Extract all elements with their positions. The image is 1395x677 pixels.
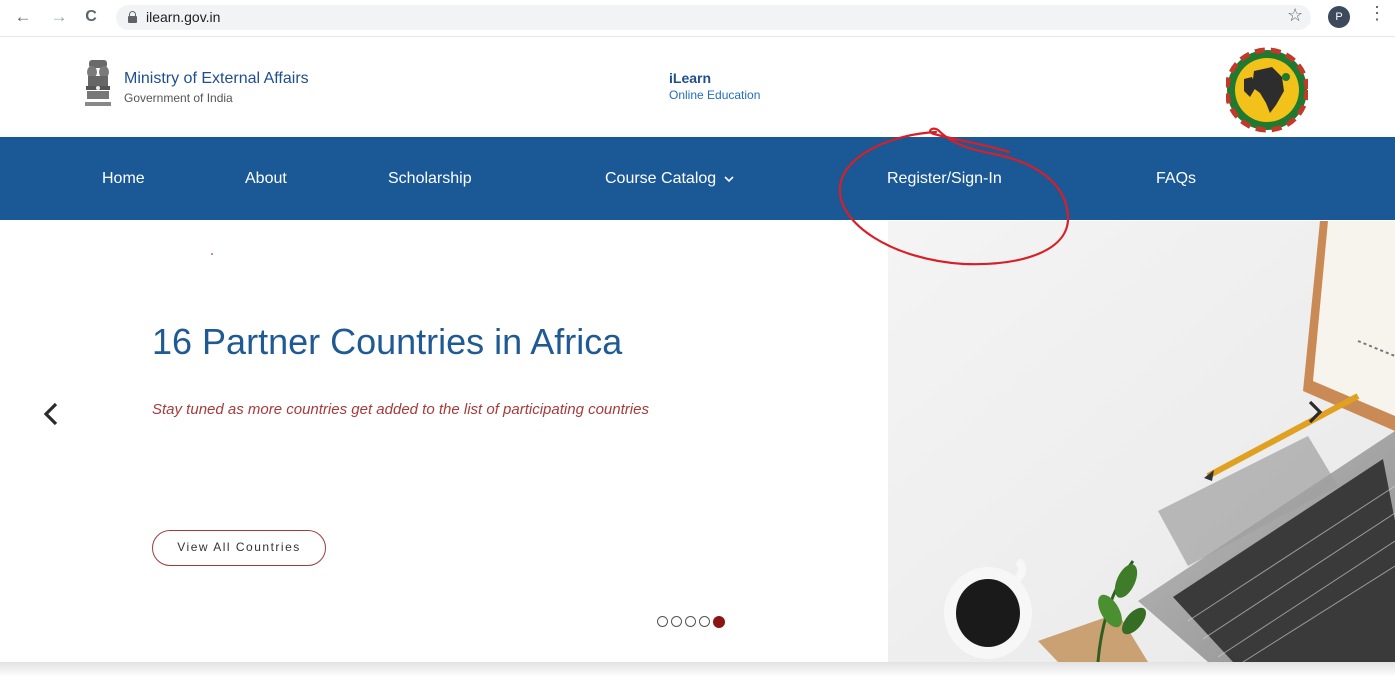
hero-carousel: 16 Partner Countries in Africa Stay tune… [0,221,1395,662]
carousel-indicator[interactable] [657,616,668,628]
national-emblem-icon [85,60,111,106]
hero-desk-image [888,221,1395,662]
nav-course-catalog-label: Course Catalog [605,170,717,187]
hero-subtitle: Stay tuned as more countries get added t… [152,401,649,418]
carousel-indicators [657,613,728,628]
hero-title: 16 Partner Countries in Africa [152,321,623,362]
india-africa-forum-logo[interactable] [1226,47,1308,133]
address-url[interactable]: ilearn.gov.in [146,9,220,25]
nav-home[interactable]: Home [102,170,145,188]
browser-toolbar: ← → C ilearn.gov.in ☆ P ⋮ [0,0,1395,37]
nav-faqs[interactable]: FAQs [1156,170,1196,188]
view-all-countries-button[interactable]: View All Countries [152,530,326,566]
bookmark-star-icon[interactable]: ☆ [1287,5,1303,26]
ministry-name[interactable]: Ministry of External Affairs [124,70,309,88]
nav-course-catalog[interactable]: Course Catalog [605,170,734,188]
site-name[interactable]: iLearn [669,70,711,86]
back-arrow-icon[interactable]: ← [12,6,34,28]
main-navigation: Home About Scholarship Course Catalog Re… [0,137,1395,220]
forward-arrow-icon[interactable]: → [48,6,70,28]
carousel-indicator[interactable] [685,616,696,628]
site-tagline: Online Education [669,88,761,102]
chevron-down-icon [724,176,734,182]
reload-icon[interactable]: C [80,6,102,28]
carousel-indicator[interactable] [671,616,682,628]
lock-icon [128,11,137,23]
carousel-indicator-active[interactable] [713,615,725,628]
decorative-dot [211,253,213,255]
nav-about[interactable]: About [245,170,287,188]
chevron-right-icon[interactable] [1302,394,1328,430]
site-header: Ministry of External Affairs Government … [0,37,1395,137]
nav-scholarship[interactable]: Scholarship [388,170,472,188]
profile-avatar[interactable]: P [1328,6,1350,28]
address-bar[interactable]: ilearn.gov.in [116,5,1311,30]
ministry-subtitle: Government of India [124,91,233,105]
browser-menu-icon[interactable]: ⋮ [1368,3,1386,24]
section-divider [0,662,1395,677]
carousel-indicator[interactable] [699,616,710,628]
chevron-left-icon[interactable] [38,396,64,432]
nav-register-signin[interactable]: Register/Sign-In [887,170,1002,188]
